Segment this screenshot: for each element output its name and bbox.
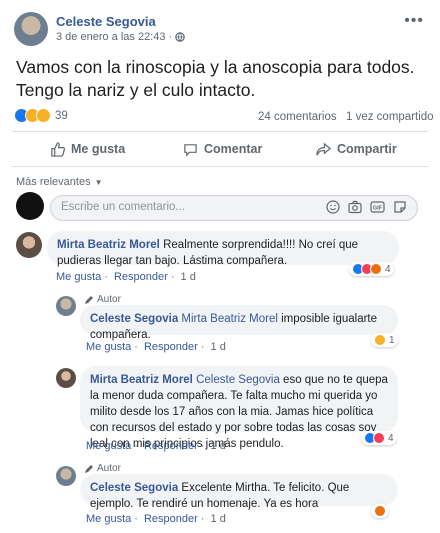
commenter-avatar[interactable]: [56, 466, 76, 486]
post-timestamp[interactable]: 3 de enero a las 22:43: [56, 31, 165, 43]
comment-input-placeholder: Escribe un comentario...: [61, 201, 186, 213]
share-count[interactable]: 1 vez compartido: [346, 111, 434, 123]
comment-count[interactable]: 24 comentarios: [258, 111, 337, 123]
post-text: Vamos con la rinoscopia y la anoscopia p…: [16, 57, 415, 100]
share-button[interactable]: Compartir: [316, 138, 397, 160]
comment-reactions[interactable]: 4: [349, 262, 394, 276]
comment-like-link[interactable]: Me gusta: [86, 440, 131, 452]
comment-time[interactable]: 1 d: [211, 440, 226, 452]
share-icon: [316, 142, 331, 155]
post-author-name[interactable]: Celeste Segovia: [56, 14, 156, 29]
svg-text:GIF: GIF: [373, 206, 383, 212]
thumbs-up-icon: [51, 141, 65, 157]
comment-time[interactable]: 1 d: [211, 341, 226, 353]
love-reaction-icon: [373, 432, 385, 444]
comment-reply-link[interactable]: Responder: [144, 341, 198, 353]
commenter-avatar[interactable]: [56, 368, 76, 388]
author-badge-label: Autor: [97, 294, 121, 305]
comment-reply-link[interactable]: Responder: [114, 271, 168, 283]
camera-icon[interactable]: [348, 200, 362, 214]
comment-reactions[interactable]: 4: [361, 431, 397, 445]
comment-meta: Me gusta · Responder · 1 d: [86, 513, 226, 525]
sticker-icon[interactable]: [393, 200, 407, 214]
reaction-count: 4: [385, 263, 391, 275]
share-label: Compartir: [337, 142, 397, 156]
pencil-icon: [85, 464, 93, 473]
divider: [12, 166, 428, 167]
gif-icon[interactable]: GIF: [370, 200, 385, 214]
angry-reaction-icon: [370, 263, 382, 275]
comment-time[interactable]: 1 d: [211, 513, 226, 525]
comment-reactions[interactable]: 1: [371, 333, 398, 347]
post-timestamp-row: 3 de enero a las 22:43 ·: [56, 31, 185, 43]
comment-meta: Me gusta · Responder · 1 d: [86, 440, 226, 452]
comment-label: Comentar: [204, 142, 263, 156]
comment-like-link[interactable]: Me gusta: [86, 341, 131, 353]
more-dots-icon[interactable]: •••: [404, 12, 424, 30]
comment-meta: Me gusta · Responder · 1 d: [56, 271, 196, 283]
comment-author[interactable]: Celeste Segovia: [90, 313, 178, 325]
current-user-avatar: [16, 192, 44, 220]
comment-icon: [184, 143, 197, 157]
globe-icon: [175, 32, 185, 42]
comment-meta: Me gusta · Responder · 1 d: [86, 341, 226, 353]
pencil-icon: [85, 295, 93, 304]
comments-sort-dropdown[interactable]: Más relevantes ▼: [16, 176, 103, 188]
post-author-avatar[interactable]: [14, 12, 48, 46]
comment-mention[interactable]: Celeste Segovia: [196, 374, 280, 386]
comment-author[interactable]: Mirta Beatriz Morel: [57, 239, 160, 251]
comment-like-link[interactable]: Me gusta: [56, 271, 101, 283]
comment-bubble: Mirta Beatriz Morel Celeste Segovia eso …: [80, 366, 398, 450]
commenter-avatar[interactable]: [56, 296, 76, 316]
author-badge-label: Autor: [97, 463, 121, 474]
comment-like-link[interactable]: Me gusta: [86, 513, 131, 525]
like-button[interactable]: Me gusta: [50, 138, 125, 160]
reaction-summary[interactable]: 39: [14, 108, 68, 123]
angry-reaction-icon: [374, 505, 386, 517]
comment-author[interactable]: Celeste Segovia: [90, 482, 178, 494]
divider: [12, 131, 428, 132]
author-badge: Autor: [84, 294, 121, 305]
reaction-count: 1: [389, 334, 395, 346]
comment-reply-link[interactable]: Responder: [144, 440, 198, 452]
reaction-count: 4: [388, 432, 394, 444]
comment-bubble: Mirta Beatriz Morel Realmente sorprendid…: [47, 231, 399, 267]
sort-label: Más relevantes: [16, 176, 91, 188]
like-label: Me gusta: [71, 142, 126, 156]
comment-input[interactable]: Escribe un comentario... GIF: [50, 195, 418, 221]
reaction-count: 39: [55, 109, 68, 122]
comment-bubble: Celeste Segovia Excelente Mirtha. Te fel…: [80, 474, 398, 510]
wow-reaction-icon: [36, 108, 51, 123]
comment-time[interactable]: 1 d: [181, 271, 196, 283]
comment-mention[interactable]: Mirta Beatriz Morel: [181, 313, 278, 325]
separator: ·: [168, 31, 173, 43]
comment-author[interactable]: Mirta Beatriz Morel: [90, 374, 193, 386]
emoji-icon[interactable]: [326, 200, 340, 214]
comment-reply-link[interactable]: Responder: [144, 513, 198, 525]
comment-bubble: Celeste Segovia Mirta Beatriz Morel impo…: [80, 305, 398, 341]
comment-button[interactable]: Comentar: [183, 138, 262, 160]
author-badge: Autor: [84, 463, 121, 474]
commenter-avatar[interactable]: [16, 232, 42, 258]
haha-reaction-icon: [374, 334, 386, 346]
comment-reactions[interactable]: [371, 504, 389, 518]
chevron-down-icon: ▼: [94, 177, 103, 187]
